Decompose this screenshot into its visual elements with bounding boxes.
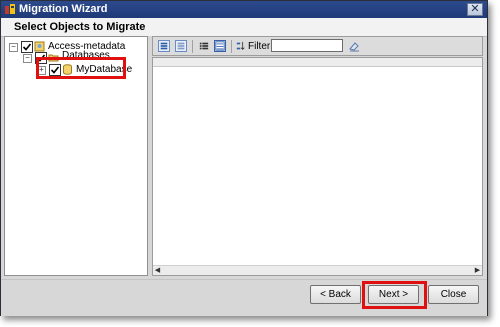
object-list: ◀ ▶ <box>152 57 483 276</box>
object-tree: − Access-metadata − Databases + MyDataba… <box>4 36 148 276</box>
scroll-right-icon[interactable]: ▶ <box>473 266 482 275</box>
wizard-header: Select Objects to Migrate <box>1 18 487 37</box>
app-icon <box>5 4 15 14</box>
collapse-icon[interactable]: − <box>23 54 32 63</box>
list-view-icon[interactable] <box>198 40 210 52</box>
window-title: Migration Wizard <box>19 3 108 15</box>
close-button[interactable]: Close <box>428 285 479 304</box>
annotation-highlight-box <box>36 57 126 79</box>
deselect-all-icon[interactable] <box>175 40 187 52</box>
collapse-icon[interactable]: − <box>9 43 18 52</box>
filter-label: Filter: <box>248 41 273 52</box>
filter-input[interactable] <box>271 39 343 52</box>
migration-wizard-window: Migration Wizard ✕ Select Objects to Mig… <box>0 0 488 316</box>
list-column-header <box>153 58 482 67</box>
details-view-icon[interactable] <box>214 40 226 52</box>
metadata-icon <box>34 41 45 52</box>
horizontal-scrollbar[interactable]: ◀ ▶ <box>153 265 482 275</box>
toolbar-separator <box>231 40 232 53</box>
scroll-left-icon[interactable]: ◀ <box>153 266 162 275</box>
back-button[interactable]: < Back <box>310 285 361 304</box>
clear-filter-icon[interactable] <box>348 40 360 52</box>
content-area: − Access-metadata − Databases + MyDataba… <box>4 36 483 276</box>
page-title: Select Objects to Migrate <box>14 21 146 33</box>
title-bar: Migration Wizard ✕ <box>1 1 487 18</box>
sort-icon[interactable] <box>235 40 247 52</box>
annotation-highlight-box <box>362 281 427 309</box>
close-icon: ✕ <box>470 3 480 15</box>
wizard-footer: < Back Next > Close <box>1 279 487 316</box>
tree-checkbox-access-metadata[interactable] <box>21 41 33 53</box>
window-close-button[interactable]: ✕ <box>467 3 483 16</box>
checkmark-icon <box>22 43 32 51</box>
toolbar-separator <box>192 40 193 53</box>
list-toolbar: Filter: <box>152 36 483 56</box>
select-all-icon[interactable] <box>158 40 170 52</box>
